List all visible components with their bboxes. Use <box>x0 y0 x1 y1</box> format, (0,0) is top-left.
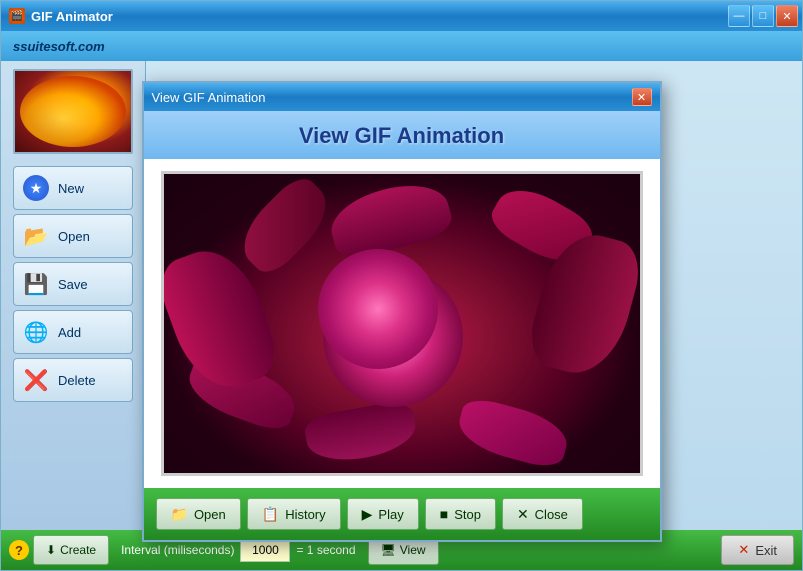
minimize-button[interactable]: — <box>728 5 750 27</box>
close-app-button[interactable]: ✕ <box>776 5 798 27</box>
gif-display-area <box>161 171 643 476</box>
modal-play-button[interactable]: ▶ Play <box>347 498 419 530</box>
create-label: Create <box>60 543 96 557</box>
view-gif-modal: View GIF Animation ✕ View GIF Animation <box>142 81 662 542</box>
modal-open-button[interactable]: 📁 Open <box>156 498 241 530</box>
history-icon: 📋 <box>262 506 279 523</box>
modal-stop-label: Stop <box>454 507 481 522</box>
modal-overlay: View GIF Animation ✕ View GIF Animation <box>1 61 802 490</box>
maximize-button[interactable]: □ <box>752 5 774 27</box>
view-icon: 🖥 <box>381 543 396 557</box>
play-icon: ▶ <box>362 506 373 523</box>
modal-title: View GIF Animation <box>152 90 632 105</box>
title-bar: 🎬 GIF Animator — □ ✕ <box>1 1 802 31</box>
app-title: GIF Animator <box>31 9 113 24</box>
flower-background <box>164 174 640 473</box>
brand-bar: ssuitesoft.com <box>1 31 802 61</box>
center-bloom <box>318 249 438 369</box>
brand-text: ssuitesoft.com <box>13 39 105 54</box>
app-icon: 🎬 <box>9 8 25 24</box>
interval-label: Interval (miliseconds) <box>121 543 234 557</box>
title-bar-controls: — □ ✕ <box>728 5 798 27</box>
app-window: 🎬 GIF Animator — □ ✕ ssuitesoft.com ★ <box>0 0 803 571</box>
modal-history-label: History <box>285 507 325 522</box>
modal-close-button[interactable]: ✕ Close <box>502 498 583 530</box>
modal-close-x-button[interactable]: ✕ <box>632 88 652 106</box>
create-icon: ⬇ <box>46 543 56 557</box>
main-content: ★ New 📂 Open 💾 Save 🌐 Add ❌ <box>1 61 802 530</box>
open-folder-icon: 📁 <box>171 506 188 523</box>
petal-bottom <box>303 399 420 467</box>
help-button[interactable]: ? <box>9 540 29 560</box>
modal-close-label: Close <box>535 507 568 522</box>
view-label: View <box>400 543 426 557</box>
modal-body <box>144 159 660 488</box>
exit-label: Exit <box>755 543 777 558</box>
create-button[interactable]: ⬇ Create <box>33 535 109 565</box>
modal-history-button[interactable]: 📋 History <box>247 498 341 530</box>
equals-label: = 1 second <box>296 543 355 557</box>
exit-button[interactable]: ✕ Exit <box>721 535 794 565</box>
modal-header: View GIF Animation <box>144 111 660 159</box>
modal-open-label: Open <box>194 507 226 522</box>
exit-icon: ✕ <box>738 542 749 558</box>
modal-footer: 📁 Open 📋 History ▶ Play ■ Stop <box>144 488 660 540</box>
petal-bottom-right <box>454 395 573 472</box>
modal-play-label: Play <box>378 507 403 522</box>
modal-header-title: View GIF Animation <box>160 123 644 149</box>
modal-title-bar: View GIF Animation ✕ <box>144 83 660 111</box>
close-icon: ✕ <box>517 506 529 523</box>
stop-icon: ■ <box>440 506 448 522</box>
petal-top-left <box>230 171 340 280</box>
modal-stop-button[interactable]: ■ Stop <box>425 498 496 530</box>
